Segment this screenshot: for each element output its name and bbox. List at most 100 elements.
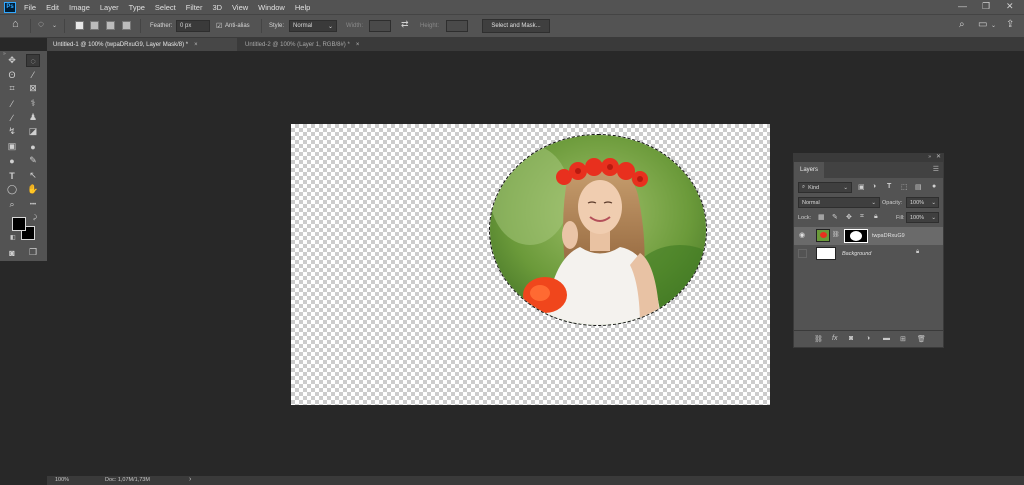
close-panel-icon[interactable]: ✕ [936,153,941,160]
lock-position-icon[interactable]: ✥ [846,213,852,221]
opacity-input[interactable]: 100% ⌄ [906,197,939,208]
crop-tool-icon[interactable]: ⌗ [5,82,19,95]
link-layers-icon[interactable]: ⛓︎ [814,335,823,343]
collapse-panel-icon[interactable]: » [928,154,931,160]
pen-tool-icon[interactable]: ✎ [26,154,40,167]
chevron-right-icon[interactable]: › [189,476,191,483]
healing-brush-tool-icon[interactable]: ⚕ [26,97,40,110]
layer-filter-select[interactable]: ⌕ Kind ⌄ [798,182,852,193]
close-icon[interactable]: ✕ [1006,1,1014,12]
blend-mode-select[interactable]: Normal ⌄ [798,197,880,208]
workspace-icon[interactable]: ▭ [978,19,987,30]
path-selection-tool-icon[interactable]: ↖ [26,169,40,182]
lock-artboard-icon[interactable]: ⌗ [860,213,864,221]
home-icon[interactable]: ⌂ [12,18,19,30]
move-tool-icon[interactable]: ✥ [5,54,19,67]
tab-untitled-1[interactable]: Untitled-1 @ 100% (twpaDRxuG9, Layer Mas… [47,38,237,51]
lock-transparent-icon[interactable]: ▦ [818,213,825,221]
menu-window[interactable]: Window [258,3,285,12]
layer-mask-thumbnail[interactable] [844,229,868,243]
add-mask-icon[interactable]: ◙ [849,335,853,342]
minimize-icon[interactable]: — [958,1,967,11]
new-selection-icon[interactable] [75,21,84,30]
filter-type-icon[interactable]: T [887,183,891,190]
swap-icon[interactable]: ⇄ [401,19,409,30]
height-input[interactable] [446,20,468,32]
layer-name: Background [842,251,872,257]
search-icon[interactable]: ⌕ [959,19,965,30]
intersect-selection-icon[interactable] [122,21,131,30]
tab-untitled-2[interactable]: Untitled-2 @ 100% (Layer 1, RGB/8#) * × [239,38,389,51]
panel-menu-icon[interactable]: ☰ [933,165,939,173]
menu-help[interactable]: Help [295,3,310,12]
history-brush-tool-icon[interactable]: ↯ [5,125,19,138]
feather-input[interactable]: 0 px [176,20,210,32]
add-selection-icon[interactable] [90,21,99,30]
layer-row-twpadrxug9[interactable]: ◉ ⛓︎ twpaDRxuG9 [794,227,943,245]
share-icon[interactable]: ⇪ [1006,19,1014,30]
close-icon[interactable]: × [356,42,360,48]
quick-mask-icon[interactable]: ◙ [5,246,19,259]
menu-type[interactable]: Type [129,3,145,12]
visibility-eye-icon[interactable]: ◉ [799,231,805,239]
frame-tool-icon[interactable]: ⊠ [26,82,40,95]
default-colors-icon[interactable]: ◧ [10,234,16,241]
zoom-level[interactable]: 100% [55,477,69,483]
menu-image[interactable]: Image [69,3,90,12]
menu-view[interactable]: View [232,3,248,12]
ellipse-tool-icon[interactable]: ◯ [5,183,19,196]
lasso-tool-icon[interactable]: ʘ [5,68,19,81]
menu-3d[interactable]: 3D [212,3,222,12]
delete-layer-icon[interactable]: 🗑︎ [917,335,926,343]
filter-toggle-icon[interactable]: ● [932,183,936,190]
tab-layers[interactable]: Layers [794,162,824,178]
blur-tool-icon[interactable]: ● [26,140,40,153]
brush-tool-icon[interactable]: ∕ [5,111,19,124]
clone-stamp-tool-icon[interactable]: ♟ [26,111,40,124]
width-input[interactable] [369,20,391,32]
fill-input[interactable]: 100% ⌄ [906,212,939,223]
filter-shape-icon[interactable]: ⬚ [901,183,908,191]
filter-pixel-icon[interactable]: ▣ [858,183,865,191]
chevron-down-icon[interactable]: ⌄ [52,22,57,29]
adjustment-layer-icon[interactable]: ◑ [866,335,870,342]
gradient-tool-icon[interactable]: ▣ [5,140,19,153]
chevron-down-icon[interactable]: ⌄ [991,22,996,29]
eraser-tool-icon[interactable]: ◪ [26,125,40,138]
style-select[interactable]: Normal ⌄ [289,20,337,32]
new-group-icon[interactable]: ▬ [883,335,890,342]
elliptical-marquee-icon[interactable]: ◌ [38,19,44,30]
filter-smart-object-icon[interactable]: ▤ [915,183,922,191]
type-tool-icon[interactable]: T [5,169,19,182]
hand-tool-icon[interactable]: ✋ [26,183,40,196]
screen-mode-icon[interactable]: ❒ [26,246,40,259]
zoom-tool-icon[interactable]: ⌕ [5,198,19,211]
menu-file[interactable]: File [24,3,36,12]
dodge-tool-icon[interactable]: ● [5,154,19,167]
quick-select-tool-icon[interactable]: ⁄ [26,68,40,81]
select-and-mask-button[interactable]: Select and Mask... [482,19,550,33]
checkbox-icon[interactable]: ☑ [216,15,222,37]
layer-row-background[interactable]: Background 🔒︎ [794,245,943,263]
subtract-selection-icon[interactable] [106,21,115,30]
visibility-toggle[interactable] [798,249,807,258]
filter-adjustment-icon[interactable]: ◑ [872,183,876,190]
menu-edit[interactable]: Edit [46,3,59,12]
new-layer-icon[interactable]: ⊞ [900,335,906,343]
close-icon[interactable]: × [194,42,198,48]
more-tools-icon[interactable]: ••• [26,198,40,211]
menu-filter[interactable]: Filter [186,3,203,12]
link-icon[interactable]: ⛓︎ [832,231,840,238]
foreground-color-swatch[interactable] [12,217,26,231]
menu-select[interactable]: Select [155,3,176,12]
panel-header: » ✕ [794,154,943,162]
document-canvas[interactable] [291,124,770,405]
maximize-icon[interactable]: ❐ [982,1,990,12]
fx-icon[interactable]: fx [832,335,837,342]
swap-colors-icon[interactable]: ⤸ [33,215,37,222]
menu-layer[interactable]: Layer [100,3,119,12]
lock-pixels-icon[interactable]: ✎ [832,213,838,221]
marquee-tool-icon[interactable]: ◌ [26,54,40,67]
lock-all-icon[interactable]: 🔒︎ [874,213,878,221]
eyedropper-tool-icon[interactable]: ⁄ [5,97,19,110]
